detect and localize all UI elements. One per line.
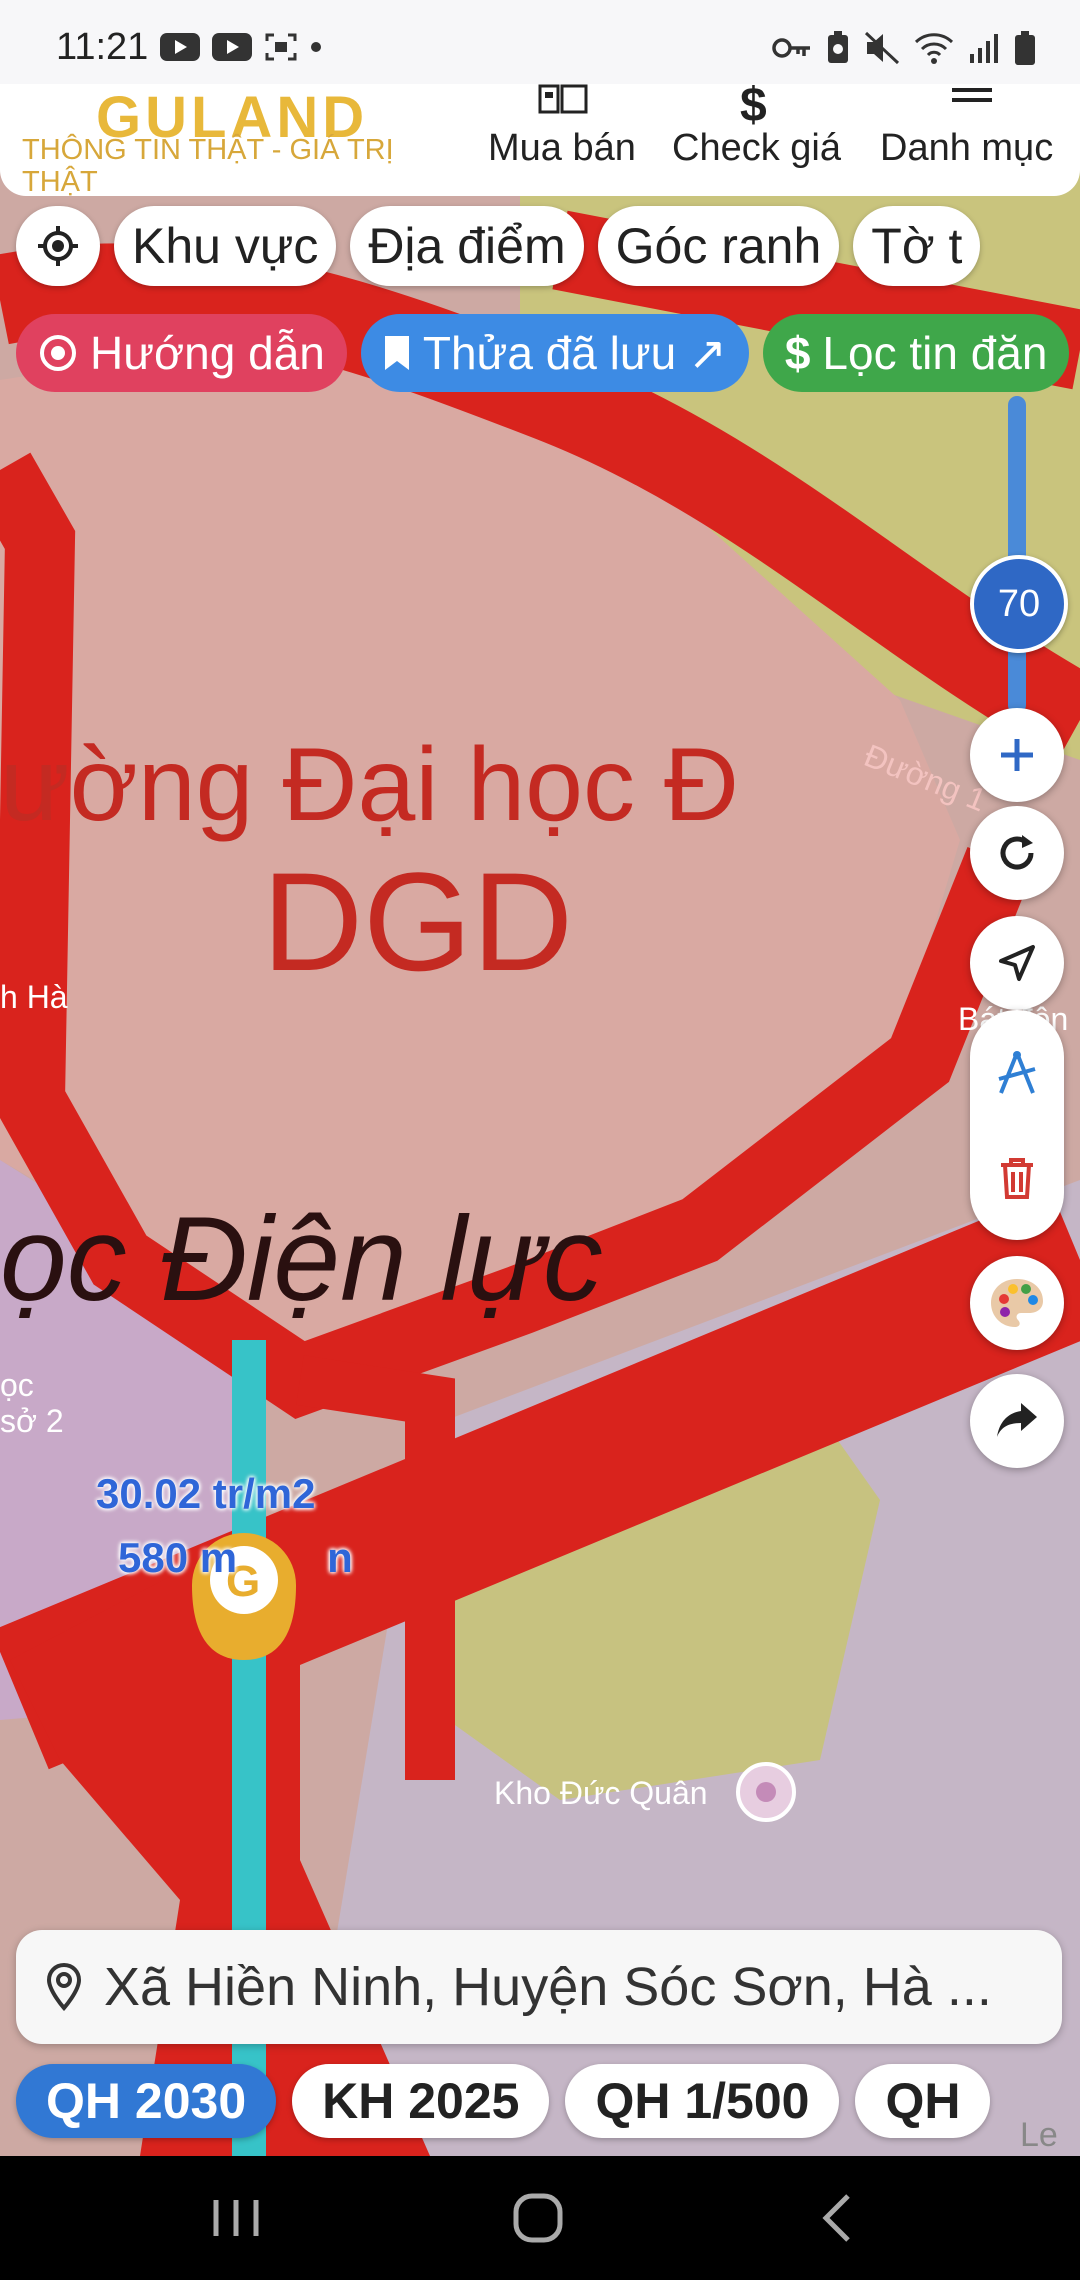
system-nav-bar bbox=[0, 2156, 1080, 2280]
layer-qh-more[interactable]: QH bbox=[855, 2064, 991, 2138]
plus-icon bbox=[1001, 739, 1033, 771]
saved-plots-button[interactable]: Thửa đã lưu ↗ bbox=[360, 314, 749, 392]
building-icon bbox=[538, 84, 588, 114]
address-text: Xã Hiền Ninh, Huyện Sóc Sơn, Hà ... bbox=[104, 1957, 992, 2017]
map-label-electric: ọc Điện lực bbox=[0, 1192, 603, 1326]
key-icon bbox=[772, 38, 810, 58]
refresh-button[interactable] bbox=[970, 806, 1064, 900]
share-button[interactable] bbox=[970, 1374, 1064, 1468]
layer-qh-1-500[interactable]: QH 1/500 bbox=[565, 2064, 840, 2138]
wifi-icon bbox=[914, 33, 954, 64]
app-header: GULAND THÔNG TIN THẬT - GIÁ TRỊ THẬT Mua… bbox=[0, 84, 1080, 196]
locate-button[interactable] bbox=[16, 206, 100, 286]
map-label-dgd: DGD bbox=[262, 843, 573, 1000]
draw-tools-group bbox=[970, 1010, 1064, 1240]
measure-icon[interactable] bbox=[993, 1049, 1041, 1097]
layer-style-button[interactable] bbox=[970, 1256, 1064, 1350]
location-pin-icon bbox=[46, 1963, 82, 2011]
filter-chips: Khu vực Địa điểm Góc ranh Tờ t bbox=[0, 206, 1080, 292]
action-pills: Hướng dẫn Thửa đã lưu ↗ $ Lọc tin đăn bbox=[0, 314, 1080, 396]
back-icon[interactable] bbox=[810, 2188, 870, 2248]
zoom-level-badge[interactable]: 70 bbox=[970, 555, 1068, 653]
youtube-icon bbox=[212, 33, 252, 61]
crosshair-icon bbox=[38, 226, 78, 266]
home-icon[interactable] bbox=[508, 2188, 568, 2248]
nav-label: Danh mục bbox=[880, 127, 1054, 169]
mute-icon bbox=[864, 31, 900, 65]
status-time: 11:21 bbox=[56, 26, 149, 68]
map-label-coso: ọc bbox=[0, 1367, 34, 1403]
navigate-icon bbox=[999, 945, 1035, 981]
play-circle-icon bbox=[40, 335, 76, 371]
filter-listings-label: Lọc tin đăn bbox=[822, 327, 1048, 379]
battery-icon bbox=[1015, 31, 1035, 65]
dollar-icon: $ bbox=[784, 327, 811, 379]
chip-goc-ranh[interactable]: Góc ranh bbox=[597, 206, 840, 286]
filter-listings-button[interactable]: $ Lọc tin đăn bbox=[762, 314, 1070, 392]
status-bar: 11:21 bbox=[0, 0, 1080, 96]
trash-icon[interactable] bbox=[997, 1157, 1037, 1201]
map-label-poi: Kho Đức Quân bbox=[494, 1775, 708, 1811]
chip-to-thua[interactable]: Tờ t bbox=[853, 206, 981, 286]
palette-icon bbox=[991, 1279, 1043, 1327]
price-per-m2: 30.02 tr/m2 bbox=[96, 1470, 316, 1517]
external-link-icon: ↗ bbox=[688, 327, 727, 379]
plot-area-suffix: n bbox=[327, 1534, 353, 1581]
refresh-icon bbox=[1000, 835, 1034, 870]
screen-record-icon bbox=[265, 33, 297, 61]
map-label-coso2: sở 2 bbox=[0, 1403, 64, 1439]
dot-icon bbox=[311, 42, 321, 52]
signal-icon bbox=[970, 34, 998, 63]
youtube-icon bbox=[160, 33, 200, 61]
zoom-in-button[interactable] bbox=[970, 708, 1064, 802]
layer-kh-2025[interactable]: KH 2025 bbox=[292, 2064, 550, 2138]
chip-dia-diem[interactable]: Địa điểm bbox=[350, 206, 584, 286]
plot-area: 580 m bbox=[118, 1534, 238, 1581]
menu-icon bbox=[952, 88, 992, 102]
map-label-place: h Hà bbox=[0, 979, 68, 1015]
recent-apps-icon[interactable] bbox=[206, 2188, 266, 2248]
poi-pin-icon[interactable] bbox=[736, 1762, 796, 1822]
tagline: THÔNG TIN THẬT - GIÁ TRỊ THẬT bbox=[22, 134, 394, 196]
nav-label: Mua bán bbox=[488, 127, 636, 169]
chip-khu-vuc[interactable]: Khu vực bbox=[114, 206, 337, 286]
planning-layer-chips: QH 2030 KH 2025 QH 1/500 QH bbox=[0, 2064, 1080, 2140]
navigate-button[interactable] bbox=[970, 916, 1064, 1010]
battery-saver-icon bbox=[828, 31, 848, 63]
bookmark-icon bbox=[384, 336, 409, 370]
address-bar[interactable]: Xã Hiền Ninh, Huyện Sóc Sơn, Hà ... bbox=[16, 1930, 1062, 2044]
price-label[interactable]: 30.02 tr/m2 580 m n bbox=[96, 1462, 353, 1590]
share-icon bbox=[997, 1403, 1037, 1437]
map-label-university: ường Đại học Đ bbox=[0, 727, 739, 843]
layer-qh-2030[interactable]: QH 2030 bbox=[16, 2064, 277, 2138]
nav-label: Check giá bbox=[672, 127, 841, 169]
saved-plots-label: Thửa đã lưu bbox=[422, 327, 677, 379]
guide-button[interactable]: Hướng dẫn bbox=[16, 314, 347, 392]
guide-label: Hướng dẫn bbox=[90, 327, 325, 379]
